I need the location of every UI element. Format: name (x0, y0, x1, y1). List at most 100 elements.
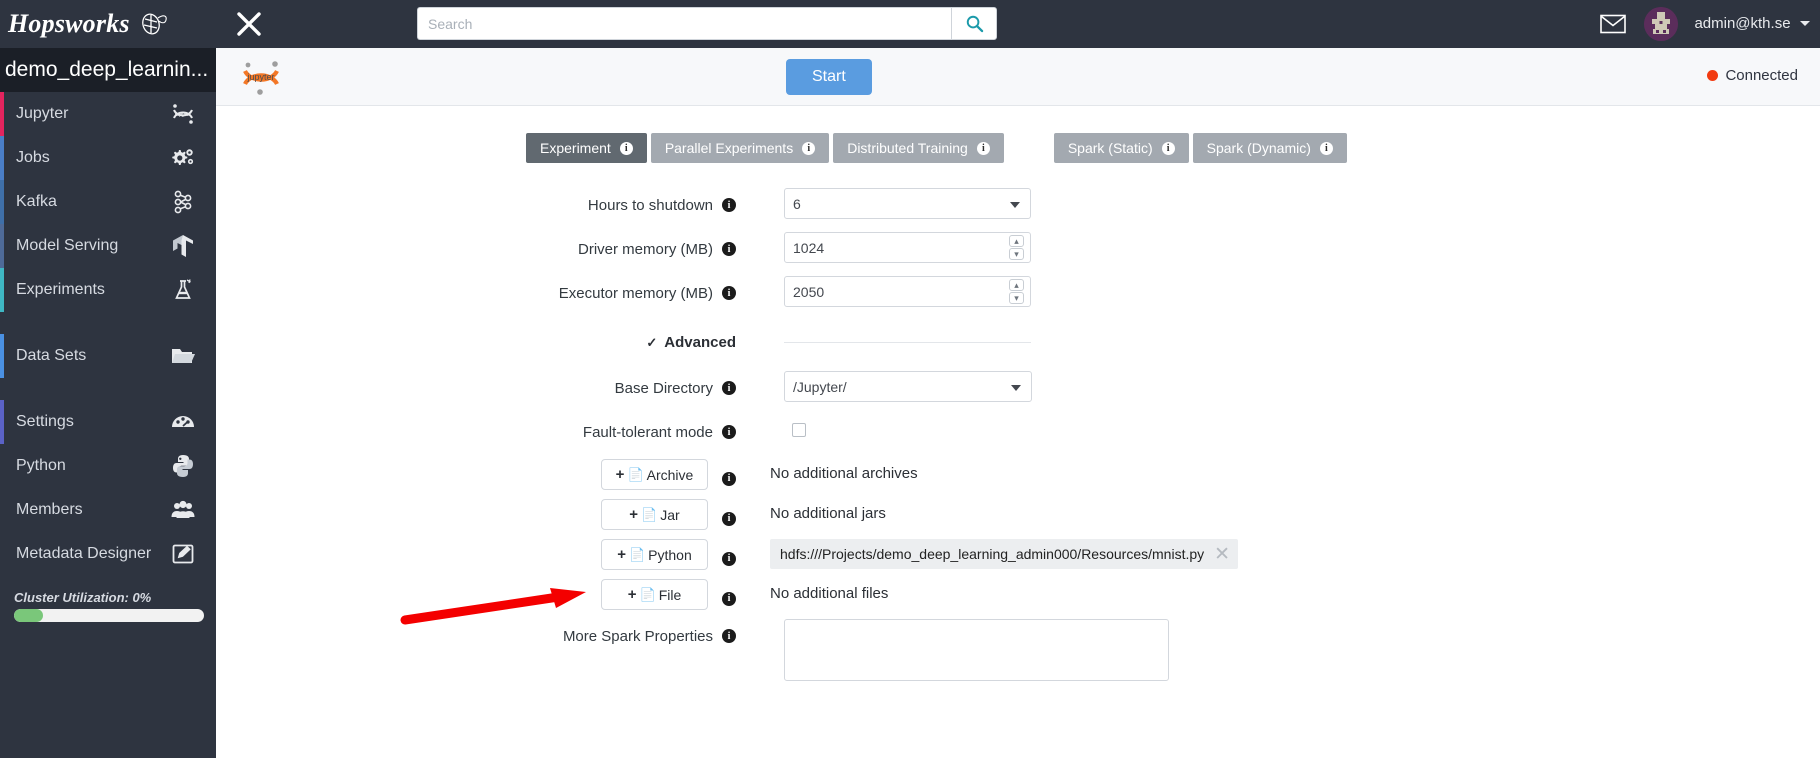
content-header: jupyter Start Connected (216, 48, 1820, 106)
svg-text:jupyter: jupyter (174, 112, 192, 118)
sidebar-item-kafka[interactable]: Kafka (0, 180, 216, 224)
file-add-button[interactable]: + 📄 File (601, 579, 708, 610)
selected-value: /Jupyter/ (793, 378, 847, 395)
stepper-up-icon[interactable]: ▴ (1009, 279, 1024, 291)
tab-spark-static[interactable]: Spark (Static) i (1053, 133, 1189, 163)
jupyter-icon: jupyter (170, 101, 196, 127)
info-icon[interactable]: i (722, 591, 736, 606)
jar-add-button[interactable]: + 📄 Jar (601, 499, 708, 530)
brand-name: Hopsworks (8, 9, 130, 38)
info-icon[interactable]: i (722, 425, 736, 439)
hours-to-shutdown-select[interactable]: 6 (784, 188, 1031, 219)
executor-memory-stepper[interactable]: 2050 ▴ ▾ (784, 276, 1031, 307)
gears-icon (170, 145, 196, 171)
row-jar: + 📄 Jar i No additional jars (216, 499, 1820, 530)
cluster-utilization-label: Cluster Utilization: 0% (14, 590, 152, 605)
row-file: + 📄 File i No additional files (216, 579, 1820, 610)
connection-status: Connected (1707, 67, 1798, 84)
stepper-buttons[interactable]: ▴ ▾ (1009, 235, 1024, 260)
info-icon[interactable]: i (722, 471, 736, 486)
info-icon[interactable]: i (722, 286, 736, 300)
stepper-buttons[interactable]: ▴ ▾ (1009, 279, 1024, 304)
driver-memory-stepper[interactable]: 1024 ▴ ▾ (784, 232, 1031, 263)
info-icon[interactable]: i (722, 198, 736, 212)
page-icon: 📄 (641, 506, 658, 522)
file-status-text: No additional files (770, 585, 889, 602)
cluster-utilization-fill (14, 609, 43, 622)
stepper-down-icon[interactable]: ▾ (1009, 292, 1024, 304)
search-icon (966, 15, 983, 33)
info-icon[interactable]: i (722, 242, 736, 256)
sidebar-item-python[interactable]: Python (0, 444, 216, 488)
fault-tolerant-checkbox[interactable] (792, 423, 806, 437)
tensorflow-icon (170, 233, 196, 259)
archive-button-cell: + 📄 Archive i (216, 459, 736, 490)
button-label: File (658, 586, 682, 603)
tab-label: Spark (Static) (1067, 140, 1153, 156)
info-icon[interactable]: i (722, 381, 736, 395)
close-icon[interactable] (222, 0, 276, 48)
sidebar-item-jobs[interactable]: Jobs (0, 136, 216, 180)
mode-tabs: Experiment i Parallel Experiments i Dist… (526, 133, 1351, 163)
stepper-up-icon[interactable]: ▴ (1009, 235, 1024, 247)
chevron-down-icon: ✓ (646, 334, 658, 350)
base-directory-select[interactable]: /Jupyter/ (784, 371, 1032, 402)
advanced-section-toggle[interactable]: ✓ Advanced (216, 334, 1820, 351)
sidebar-item-experiments[interactable]: Experiments (0, 268, 216, 312)
sidebar-item-jupyter[interactable]: Jupyter jupyter (0, 92, 216, 136)
advanced-label[interactable]: ✓ Advanced (216, 334, 736, 351)
sidebar-item-label: Settings (16, 413, 74, 430)
user-menu[interactable]: admin@kth.se (1694, 15, 1810, 33)
python-button-cell: + 📄 Python i (216, 539, 736, 570)
file-button-cell: + 📄 File i (216, 579, 736, 610)
info-icon[interactable]: i (619, 141, 633, 155)
tab-label: Experiment (540, 140, 611, 156)
field-control: 2050 ▴ ▾ (784, 276, 1031, 307)
archive-status-text: No additional archives (770, 465, 918, 482)
python-add-button[interactable]: + 📄 Python (601, 539, 708, 570)
sidebar-item-model-serving[interactable]: Model Serving (0, 224, 216, 268)
selected-value: 6 (793, 195, 801, 212)
sidebar-item-metadata-designer[interactable]: Metadata Designer (0, 532, 216, 576)
tab-spark-dynamic[interactable]: Spark (Dynamic) i (1192, 133, 1347, 163)
label-text: More Spark Properties (562, 627, 713, 645)
project-title[interactable]: demo_deep_learnin... (0, 48, 216, 92)
tab-distributed-training[interactable]: Distributed Training i (833, 133, 1004, 163)
stepper-down-icon[interactable]: ▾ (1009, 248, 1024, 260)
start-button[interactable]: Start (786, 59, 872, 95)
user-email: admin@kth.se (1694, 15, 1791, 32)
archive-add-button[interactable]: + 📄 Archive (601, 459, 708, 490)
info-icon[interactable]: i (722, 551, 736, 566)
tab-parallel-experiments[interactable]: Parallel Experiments i (650, 133, 830, 163)
plus-icon: + (615, 466, 625, 483)
close-icon[interactable]: ✕ (1214, 545, 1230, 564)
tab-experiment[interactable]: Experiment i (526, 133, 647, 163)
accent-bar (0, 488, 4, 532)
accent-bar (0, 444, 4, 488)
sidebar-item-data-sets[interactable]: Data Sets (0, 334, 216, 378)
label-text: Base Directory (614, 379, 713, 397)
avatar[interactable] (1644, 7, 1679, 41)
flask-icon (170, 277, 196, 303)
mail-icon[interactable] (1598, 9, 1628, 39)
field-label: More Spark Properties i (216, 619, 736, 653)
info-icon[interactable]: i (1319, 141, 1333, 155)
sidebar-item-members[interactable]: Members (0, 488, 216, 532)
info-icon[interactable]: i (722, 629, 736, 643)
brand-logo-link[interactable]: Hopsworks (0, 0, 216, 48)
info-icon[interactable]: i (802, 141, 816, 155)
search-button[interactable] (951, 7, 997, 40)
cluster-utilization: Cluster Utilization: 0% (0, 576, 216, 622)
field-hours-to-shutdown: Hours to shutdown i 6 (216, 188, 1820, 222)
search-input[interactable] (417, 7, 951, 40)
field-control (784, 415, 806, 437)
sidebar: demo_deep_learnin... Jupyter jupyter Job… (0, 48, 216, 758)
info-icon[interactable]: i (1161, 141, 1175, 155)
field-control: 1024 ▴ ▾ (784, 232, 1031, 263)
accent-bar (0, 136, 4, 180)
sidebar-item-settings[interactable]: Settings (0, 400, 216, 444)
svg-text:jupyter: jupyter (246, 72, 274, 82)
info-icon[interactable]: i (976, 141, 990, 155)
more-spark-properties-textarea[interactable] (784, 619, 1169, 681)
info-icon[interactable]: i (722, 511, 736, 526)
